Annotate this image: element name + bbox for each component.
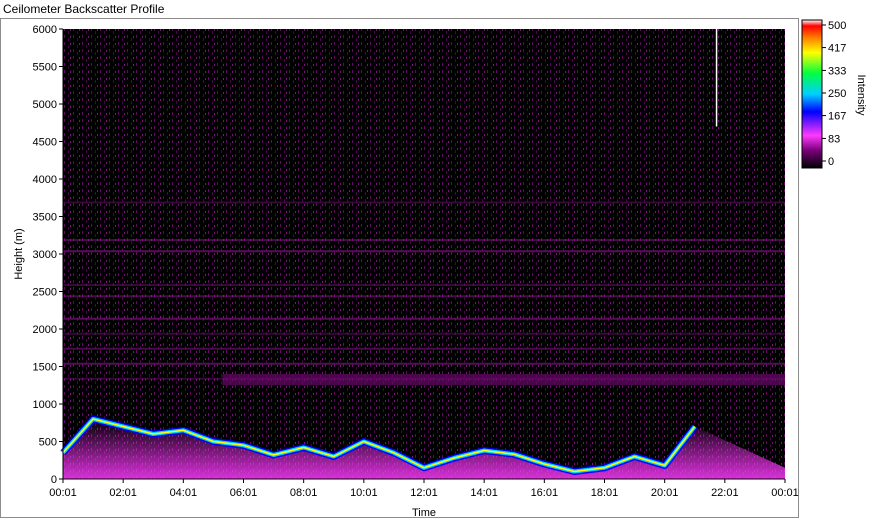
colorbar-tick-label: 167 (828, 111, 846, 123)
noise-band (63, 362, 785, 365)
noise-field (63, 29, 785, 479)
noise-band (63, 201, 785, 204)
colorbar-ticks: 500 417 333 250 167 83 0 (822, 20, 846, 168)
y-tick-label: 5000 (33, 99, 57, 111)
x-tick-label: 10:01 (350, 487, 378, 499)
colorbar-gradient (801, 19, 823, 169)
y-axis-label: Height (m) (13, 228, 25, 279)
x-tick-label: 02:01 (109, 487, 137, 499)
y-tick-label: 2000 (33, 324, 57, 336)
noise-band (63, 239, 785, 241)
aerosol-layer (222, 374, 786, 386)
colorbar-tick-label: 500 (828, 20, 846, 32)
x-tick-label: 06:01 (230, 487, 258, 499)
x-axis: 00:01 02:01 04:01 06:01 08:01 10:01 12:01 14:01… (49, 478, 799, 499)
y-tick-label: 6000 (33, 24, 57, 36)
noise-band (63, 250, 785, 253)
colorbar-tick-label: 417 (828, 43, 846, 55)
chart-svg: 0500100015002000250030003500400045005000… (13, 19, 867, 519)
colorbar-label: Intensity (855, 75, 867, 116)
noise-band (63, 317, 785, 320)
y-tick-label: 2500 (33, 287, 57, 299)
x-tick-label: 14:01 (470, 487, 498, 499)
colorbar-tick-label: 0 (828, 156, 834, 168)
x-tick-label: 12:01 (410, 487, 438, 499)
colorbar-tick-label: 83 (828, 133, 840, 145)
x-tick-label: 04:01 (170, 487, 198, 499)
y-tick-label: 5500 (33, 62, 57, 74)
y-tick-label: 0 (51, 474, 57, 486)
y-axis: 0 500 1000 1500 2000 2500 3000 3500 4000 4500 5000… (33, 24, 64, 486)
noise-band (63, 347, 785, 350)
x-tick-label: 00:01 (49, 487, 77, 499)
data-artifact (715, 29, 718, 127)
x-tick-label: 08:01 (290, 487, 318, 499)
y-tick-label: 4500 (33, 137, 57, 149)
noise-band (63, 284, 785, 286)
x-tick-label: 22:01 (711, 487, 739, 499)
y-tick-label: 3500 (33, 212, 57, 224)
noise-band (63, 332, 785, 335)
y-tick-label: 1500 (33, 362, 57, 374)
x-tick-label: 18:01 (591, 487, 619, 499)
x-axis-label: Time (412, 507, 436, 519)
colorbar (801, 19, 823, 169)
colorbar-tick-label: 333 (828, 65, 846, 77)
y-tick-label: 1000 (33, 399, 57, 411)
noise-band (63, 295, 785, 298)
plot-area (60, 29, 786, 479)
x-tick-label: 20:01 (651, 487, 679, 499)
x-tick-label: 00:01 (771, 487, 799, 499)
colorbar-tick-label: 250 (828, 88, 846, 100)
y-tick-label: 4000 (33, 174, 57, 186)
x-tick-label: 16:01 (531, 487, 559, 499)
y-tick-label: 3000 (33, 249, 57, 261)
y-tick-label: 500 (39, 437, 57, 449)
